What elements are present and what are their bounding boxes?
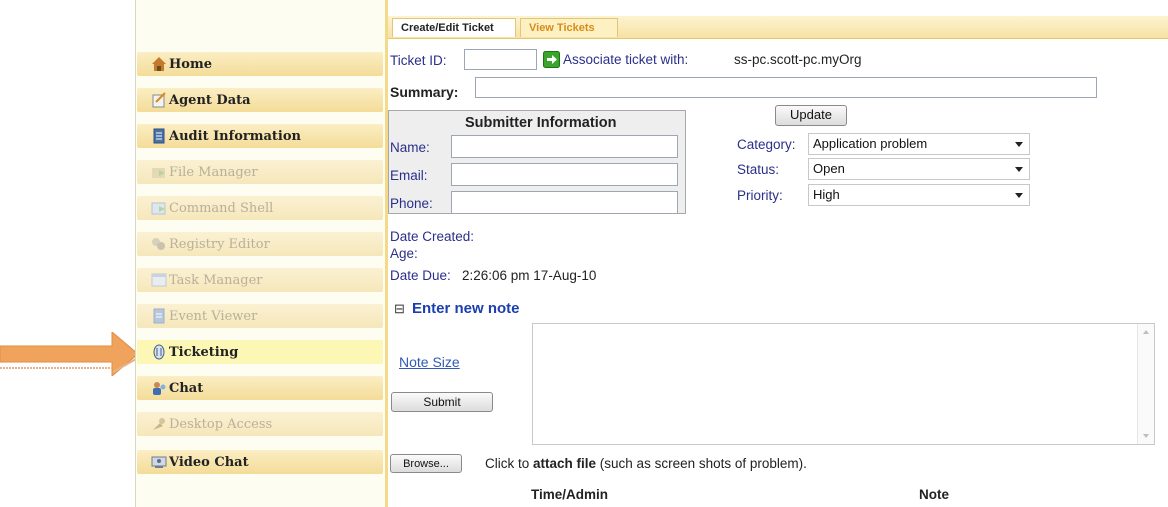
update-button[interactable]: Update [775,105,847,126]
category-label: Category: [737,137,796,152]
status-select[interactable]: Open [808,158,1030,180]
attach-file-hint: Click to attach file (such as screen sho… [485,456,807,471]
collapse-toggle-icon[interactable]: ⊟ [394,301,405,317]
priority-selected-value: High [813,187,840,202]
ticket-id-input[interactable] [464,49,537,70]
sidebar-item-event-viewer[interactable]: Event Viewer [137,304,383,328]
sidebar-item-ticketing[interactable]: Ticketing [137,340,383,364]
tab-view-tickets[interactable]: View Tickets [520,18,618,37]
home-icon [152,57,166,71]
sidebar-item-label: Video Chat [169,454,249,470]
sidebar-item-home[interactable]: Home [137,52,383,76]
date-due-label: Date Due: [390,268,451,283]
sidebar-item-label: Chat [169,380,204,396]
sidebar-item-task-manager[interactable]: Task Manager [137,268,383,292]
ticketing-icon [153,344,165,360]
submitter-information-title: Submitter Information [465,115,617,131]
priority-label: Priority: [737,188,783,203]
summary-label: Summary: [390,84,459,100]
sidebar-item-label: Task Manager [169,272,263,288]
audit-icon [153,128,165,144]
sidebar-item-label: Home [169,56,212,72]
chevron-down-icon [1015,193,1023,198]
associate-ticket-value: ss-pc.scott-pc.myOrg [734,52,862,67]
sidebar-item-label: Ticketing [169,344,239,360]
tab-create-edit-ticket[interactable]: Create/Edit Ticket [392,18,516,37]
email-label: Email: [390,168,428,183]
date-created-label: Date Created: [390,229,475,244]
sidebar-item-registry-editor[interactable]: Registry Editor [137,232,383,256]
registry-editor-icon [152,238,165,250]
sidebar-item-video-chat[interactable]: Video Chat [137,450,383,474]
sidebar-item-chat[interactable]: Chat [137,376,383,400]
arrow-right-icon[interactable] [543,51,560,68]
sidebar-item-label: Command Shell [169,200,274,216]
sidebar-item-agent-data[interactable]: Agent Data [137,88,383,112]
attach-file-link[interactable]: attach file [533,456,596,471]
category-selected-value: Application problem [813,136,928,151]
phone-label: Phone: [390,196,433,211]
desktop-access-icon [153,418,165,430]
email-field[interactable] [451,163,678,186]
note-size-link[interactable]: Note Size [399,354,460,370]
ticket-id-label: Ticket ID: [390,53,447,68]
sidebar-item-label: Registry Editor [169,236,270,252]
name-label: Name: [390,140,430,155]
phone-field[interactable] [451,191,678,214]
file-manager-icon [152,168,165,178]
video-chat-icon [151,456,167,468]
associate-ticket-label: Associate ticket with: [563,52,689,67]
tab-bar: Create/Edit Ticket View Tickets [388,16,1168,39]
sidebar-item-label: Event Viewer [169,308,258,324]
sidebar-item-label: File Manager [169,164,258,180]
summary-input[interactable] [475,77,1097,98]
agent-data-icon [152,92,166,108]
submit-button[interactable]: Submit [391,392,493,412]
chat-icon [153,382,166,395]
sidebar-item-label: Agent Data [169,92,251,108]
chevron-down-icon [1015,167,1023,172]
browse-button[interactable]: Browse... [390,454,462,473]
task-manager-icon [151,273,167,287]
enter-new-note-heading[interactable]: Enter new note [412,300,520,317]
sidebar-item-label: Desktop Access [169,416,273,432]
scroll-down-icon[interactable] [1143,434,1149,438]
age-label: Age: [390,246,418,261]
attach-file-suffix: (such as screen shots of problem). [596,456,807,471]
chevron-down-icon [1015,142,1023,147]
note-textarea[interactable] [532,323,1155,445]
sidebar-item-label: Audit Information [169,128,301,144]
scroll-up-icon[interactable] [1143,330,1149,334]
sidebar-item-file-manager[interactable]: File Manager [137,160,383,184]
command-shell-icon [151,202,166,215]
priority-select[interactable]: High [808,184,1030,206]
table-header-time-admin: Time/Admin [531,487,609,502]
sidebar-divider [385,0,388,507]
date-due-value: 2:26:06 pm 17-Aug-10 [462,268,597,283]
table-header-note: Note [919,487,949,502]
attach-file-prefix: Click to [485,456,534,471]
name-field[interactable] [451,135,678,158]
status-label: Status: [737,162,780,177]
sidebar-item-audit-information[interactable]: Audit Information [137,124,383,148]
sidebar-item-desktop-access[interactable]: Desktop Access [137,412,383,436]
category-select[interactable]: Application problem [808,133,1030,155]
event-viewer-icon [153,308,165,324]
status-selected-value: Open [813,161,845,176]
note-scrollbar[interactable] [1137,324,1154,444]
sidebar-item-command-shell[interactable]: Command Shell [137,196,383,220]
